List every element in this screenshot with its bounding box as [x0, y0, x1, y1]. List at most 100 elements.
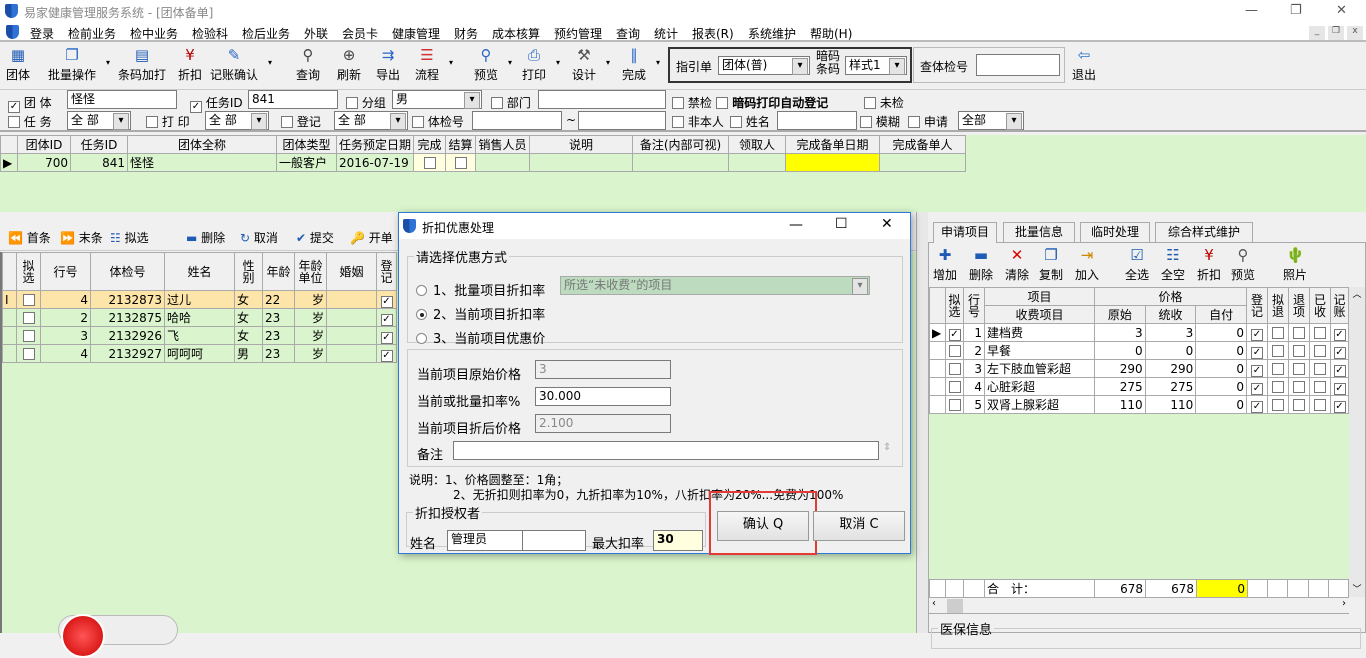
group-grid-cell[interactable]: 841 [70, 153, 128, 172]
dialog-maximize-button[interactable]: ☐ [835, 216, 848, 232]
group-grid-cell[interactable] [475, 153, 531, 172]
person-toolbar-button[interactable]: ☷ 拟选 [110, 229, 149, 246]
items-grid-header[interactable]: 已收 [1309, 287, 1331, 324]
status-checkbox[interactable] [1314, 326, 1326, 339]
items-grid-cell[interactable]: 0 [1195, 341, 1247, 360]
person-grid-cell[interactable]: 23 [262, 308, 295, 327]
group-grid-header[interactable]: 团体ID [17, 135, 71, 154]
menu-item[interactable]: 预约管理 [554, 25, 602, 42]
items-grid-subheader[interactable]: 收费项目 [984, 305, 1095, 324]
fuzzy-checkbox[interactable] [860, 116, 872, 128]
status-checkbox[interactable] [1272, 326, 1284, 339]
discount-mode-radio[interactable]: 2、当前项目折扣率 [416, 304, 545, 323]
dropdown-caret-icon[interactable]: ▾ [656, 58, 660, 67]
print-checkbox[interactable] [146, 116, 158, 128]
items-grid-cell[interactable]: 0 [1195, 323, 1247, 342]
dept-checkbox[interactable] [491, 97, 503, 109]
person-grid-cell[interactable]: 女 [234, 326, 263, 345]
status-checkbox[interactable] [1314, 344, 1326, 357]
status-checkbox[interactable] [1272, 344, 1284, 357]
not-self-checkbox[interactable] [672, 116, 684, 128]
items-grid-subheader[interactable]: 原始 [1094, 305, 1146, 324]
group-grid-header[interactable]: 任务ID [70, 135, 128, 154]
toolbar-barcode-button[interactable]: ▤ 条码加打 [118, 46, 166, 83]
status-checkbox[interactable] [1272, 380, 1284, 393]
items-grid-cell[interactable]: 0 [1144, 341, 1197, 360]
person-grid-cell[interactable]: 22 [262, 290, 295, 309]
task-id-checkbox[interactable]: ✓ [190, 101, 202, 113]
exam-no-checkbox[interactable] [412, 116, 424, 128]
items-grid-header[interactable]: 行号 [963, 287, 985, 324]
group-grid-cell[interactable] [529, 153, 634, 172]
tab-0[interactable]: 申请项目 [933, 222, 997, 243]
items-toolbar-button[interactable]: ¥ 折扣 [1197, 246, 1221, 283]
tab-2[interactable]: 临时处理 [1080, 222, 1150, 242]
table-row[interactable]: ▶ ✓ 1 建档费 3 3 0 ✓ ✓ [929, 323, 1349, 342]
group-grid-header[interactable]: 完成 [413, 135, 447, 154]
status-checkbox[interactable]: ✓ [1251, 365, 1263, 377]
toolbar-flow-button[interactable]: ☰ 流程 [415, 46, 439, 83]
tab-3[interactable]: 综合样式维护 [1155, 222, 1253, 242]
dropdown-caret-icon[interactable]: ▾ [449, 58, 453, 67]
person-toolbar-button[interactable]: ▬ 删除 [186, 229, 225, 246]
batch-scope-select[interactable]: 所选“未收费”的项目 [560, 276, 870, 295]
table-row[interactable]: 3 2132926 飞女 23 岁 ✓ [2, 326, 397, 345]
group-grid-header[interactable]: 完成备单人 [879, 135, 967, 154]
table-row[interactable]: ▶ 700 841 怪怪 一般客户 2016-07-19 [0, 153, 967, 172]
register-checkbox[interactable]: ✓ [380, 296, 393, 308]
items-grid-subheader[interactable]: 自付 [1195, 305, 1247, 324]
status-checkbox[interactable] [1293, 398, 1305, 411]
group-grid-cell[interactable]: 怪怪 [127, 153, 277, 172]
table-row[interactable]: 4 2132927 呵呵呵男 23 岁 ✓ [2, 344, 397, 363]
maximize-button[interactable]: ❐ [1290, 3, 1302, 18]
status-checkbox[interactable]: ✓ [1333, 365, 1346, 377]
status-checkbox[interactable]: ✓ [1333, 401, 1346, 413]
dialog-close-button[interactable]: ✕ [881, 216, 893, 232]
items-toolbar-button[interactable]: ⚲ 预览 [1231, 246, 1255, 283]
items-grid-cell[interactable]: 早餐 [984, 341, 1095, 360]
items-grid-header[interactable]: 登记 [1246, 287, 1268, 324]
person-grid-cell[interactable]: 岁 [294, 344, 327, 363]
group-grid-cell[interactable] [785, 153, 881, 172]
status-checkbox[interactable] [1293, 362, 1305, 375]
group-grid-header[interactable]: 销售人员 [475, 135, 531, 154]
mdi-restore-button[interactable]: ❐ [1328, 26, 1344, 40]
person-grid-cell[interactable]: 2 [40, 308, 91, 327]
status-checkbox[interactable]: ✓ [1333, 383, 1346, 395]
person-grid-cell[interactable]: 岁 [294, 290, 327, 309]
person-toolbar-button[interactable]: ⏩ 末条 [60, 229, 103, 246]
table-row[interactable]: 2 2132875 哈哈女 23 岁 ✓ [2, 308, 397, 327]
status-checkbox[interactable]: ✓ [1333, 347, 1346, 359]
network-speed-widget[interactable] [58, 614, 178, 658]
menu-item[interactable]: 健康管理 [392, 25, 440, 42]
items-grid-cell[interactable]: 0 [1195, 377, 1247, 396]
person-grid-cell[interactable]: 岁 [294, 326, 327, 345]
status-checkbox[interactable] [1272, 398, 1284, 411]
items-grid-cell[interactable]: 左下肢血管彩超 [984, 359, 1095, 378]
select-checkbox[interactable] [948, 380, 961, 393]
person-toolbar-button[interactable]: ✔ 提交 [296, 229, 334, 246]
items-grid-cell[interactable]: 2 [963, 341, 985, 360]
items-grid-cell[interactable]: 3 [1144, 323, 1197, 342]
person-grid-header[interactable]: 婚姻 [326, 252, 377, 291]
toolbar-discount-button[interactable]: ¥ 折扣 [178, 46, 202, 83]
items-grid-cell[interactable]: 110 [1094, 395, 1146, 414]
subgroup-checkbox[interactable] [346, 97, 358, 109]
menu-item[interactable]: 检前业务 [68, 25, 116, 42]
person-grid-cell[interactable]: 呵呵呵 [164, 344, 235, 363]
toolbar-export-button[interactable]: ⇉ 导出 [376, 46, 400, 83]
subgroup-select[interactable]: 男 [392, 90, 482, 109]
select-checkbox[interactable] [22, 329, 35, 342]
person-grid-cell[interactable]: 女 [234, 290, 263, 309]
person-grid-header[interactable]: 性别 [234, 252, 263, 291]
dropdown-caret-icon[interactable]: ▾ [268, 58, 272, 67]
table-row[interactable]: 4 心脏彩超 275 275 0 ✓ ✓ [929, 377, 1349, 396]
checkbox[interactable] [423, 156, 436, 169]
toolbar-clip-button[interactable]: ∥ 完成 [622, 46, 646, 83]
rate-input[interactable]: 30.000 [535, 387, 671, 406]
menu-item[interactable]: 检验科 [192, 25, 228, 42]
person-grid-cell[interactable]: 男 [234, 344, 263, 363]
items-grid-cell[interactable]: 275 [1094, 377, 1146, 396]
items-toolbar-button[interactable]: ✚ 增加 [933, 246, 957, 283]
items-toolbar-button[interactable]: ☑ 全选 [1125, 246, 1149, 283]
